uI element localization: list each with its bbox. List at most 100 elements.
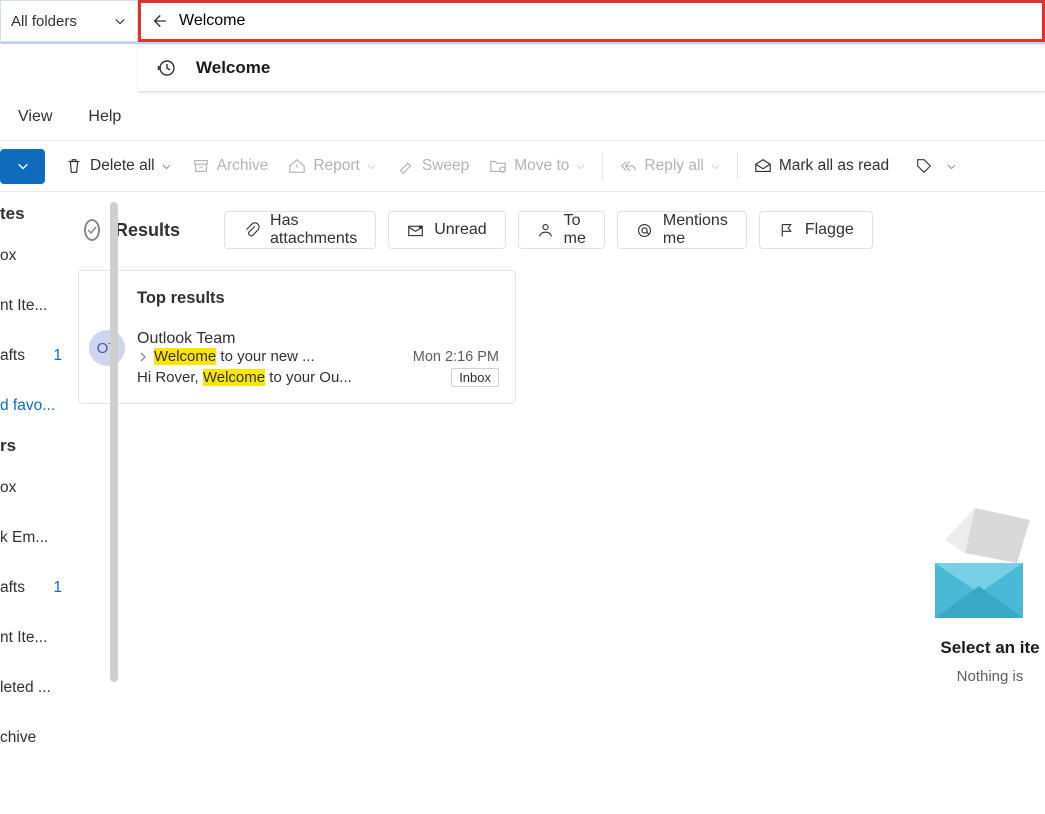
sidebar-item-label: k Em...	[0, 529, 48, 547]
new-mail-dropdown-button[interactable]	[0, 149, 45, 184]
toolbar-label: Report	[313, 157, 360, 175]
reply-all-icon	[619, 157, 637, 175]
chevron-down-icon	[366, 161, 377, 172]
select-all-checkbox[interactable]	[84, 219, 100, 241]
email-subject: Welcome to your new ...	[154, 348, 315, 365]
filter-mentions-me[interactable]: Mentions me	[617, 211, 747, 249]
sidebar-item[interactable]: chive	[0, 718, 68, 758]
search-folder-scope-dropdown[interactable]: All folders	[0, 0, 138, 42]
filter-label: Flagge	[805, 221, 854, 239]
results-list: Top results OT Outlook Team Welcome to y…	[78, 270, 516, 404]
sidebar-item[interactable]: ox	[0, 236, 68, 276]
toolbar-label: Sweep	[422, 157, 469, 175]
divider	[602, 152, 603, 180]
back-arrow-icon[interactable]	[141, 12, 175, 30]
email-snippet: Hi Rover, Welcome to your Ou...	[137, 369, 352, 386]
report-button[interactable]: Report	[280, 157, 385, 175]
sidebar-item[interactable]: k Em...	[0, 518, 68, 558]
chevron-down-icon	[946, 161, 957, 172]
search-box[interactable]	[138, 0, 1045, 42]
results-title: Results	[115, 220, 180, 241]
delete-all-button[interactable]: Delete all	[57, 157, 180, 175]
reading-pane-empty: Select an ite Nothing is	[935, 208, 1045, 814]
attachment-icon	[243, 222, 260, 239]
filter-has-attachments[interactable]: Has attachments	[224, 211, 376, 249]
sidebar-item[interactable]: nt Ite...	[0, 286, 68, 326]
filter-label: Has attachments	[270, 212, 357, 248]
trash-icon	[65, 157, 83, 175]
menu-help[interactable]: Help	[88, 108, 121, 126]
sidebar-item-label: d favo...	[0, 397, 55, 415]
mail-read-icon	[754, 157, 772, 175]
filter-label: Mentions me	[663, 212, 728, 248]
tag-button[interactable]	[907, 157, 965, 175]
sidebar-item[interactable]: leted ...	[0, 668, 68, 708]
at-icon	[636, 222, 653, 239]
count-badge: 1	[53, 579, 62, 597]
sidebar-item-label: ox	[0, 479, 16, 497]
sidebar-item-label: nt Ite...	[0, 297, 47, 315]
tag-icon	[915, 157, 933, 175]
folder-scope-label: All folders	[11, 13, 77, 30]
reply-all-button[interactable]: Reply all	[611, 157, 728, 175]
move-to-button[interactable]: Move to	[481, 157, 594, 175]
sidebar-item-label: afts	[0, 347, 25, 365]
report-icon	[288, 157, 306, 175]
email-time: Mon 2:16 PM	[413, 349, 499, 365]
empty-state-subtitle: Nothing is	[935, 668, 1045, 685]
toolbar-label: Mark all as read	[779, 157, 889, 175]
sweep-icon	[397, 157, 415, 175]
archive-icon	[192, 157, 210, 175]
sidebar-item-label: ox	[0, 247, 16, 265]
filter-label: Unread	[434, 221, 486, 239]
add-favorite-link[interactable]: d favo...	[0, 386, 68, 426]
chevron-down-icon	[113, 14, 127, 28]
toolbar-label: Move to	[514, 157, 569, 175]
search-suggestion-row[interactable]: Welcome	[138, 44, 1045, 92]
search-input[interactable]	[175, 12, 1042, 30]
scrollbar[interactable]	[110, 202, 118, 682]
count-badge: 1	[53, 347, 62, 365]
chevron-down-icon	[575, 161, 586, 172]
filter-to-me[interactable]: To me	[518, 211, 605, 249]
toolbar-label: Archive	[217, 157, 269, 175]
email-list-item[interactable]: OT Outlook Team Welcome to your new ... …	[79, 322, 515, 403]
avatar: OT	[89, 330, 125, 366]
person-icon	[537, 222, 554, 239]
filter-label: To me	[564, 212, 586, 248]
filter-flagged[interactable]: Flagge	[759, 211, 873, 249]
highlight: Welcome	[154, 348, 216, 365]
email-sender: Outlook Team	[137, 330, 499, 348]
sidebar-item-label: chive	[0, 729, 36, 747]
mark-all-read-button[interactable]: Mark all as read	[746, 157, 897, 175]
folder-move-icon	[489, 157, 507, 175]
toolbar-label: Delete all	[90, 157, 155, 175]
menu-view[interactable]: View	[18, 108, 52, 126]
chevron-down-icon	[161, 161, 172, 172]
suggestion-text: Welcome	[196, 58, 270, 78]
filter-unread[interactable]: Unread	[388, 211, 505, 249]
sidebar-item-label: afts	[0, 579, 25, 597]
sidebar-item-label: nt Ite...	[0, 629, 47, 647]
divider	[737, 152, 738, 180]
sidebar: tes ox nt Ite... afts 1 d favo... rs ox k…	[0, 192, 68, 814]
history-icon	[156, 58, 176, 78]
archive-button[interactable]: Archive	[184, 157, 277, 175]
sidebar-item[interactable]: afts 1	[0, 336, 68, 376]
flag-icon	[778, 222, 795, 239]
chevron-right-icon	[137, 351, 149, 363]
sidebar-item-label: leted ...	[0, 679, 51, 697]
empty-state-illustration	[935, 508, 1045, 618]
highlight: Welcome	[203, 369, 265, 386]
chevron-down-icon	[710, 161, 721, 172]
sidebar-item[interactable]: afts 1	[0, 568, 68, 608]
sidebar-section-favorites[interactable]: tes	[0, 204, 68, 224]
top-results-label: Top results	[79, 271, 515, 322]
empty-state-title: Select an ite	[935, 638, 1045, 658]
sidebar-item[interactable]: ox	[0, 468, 68, 508]
sidebar-item[interactable]: nt Ite...	[0, 618, 68, 658]
sweep-button[interactable]: Sweep	[389, 157, 477, 175]
email-folder-chip: Inbox	[451, 368, 499, 387]
toolbar-label: Reply all	[644, 157, 703, 175]
sidebar-section-folders[interactable]: rs	[0, 436, 68, 456]
